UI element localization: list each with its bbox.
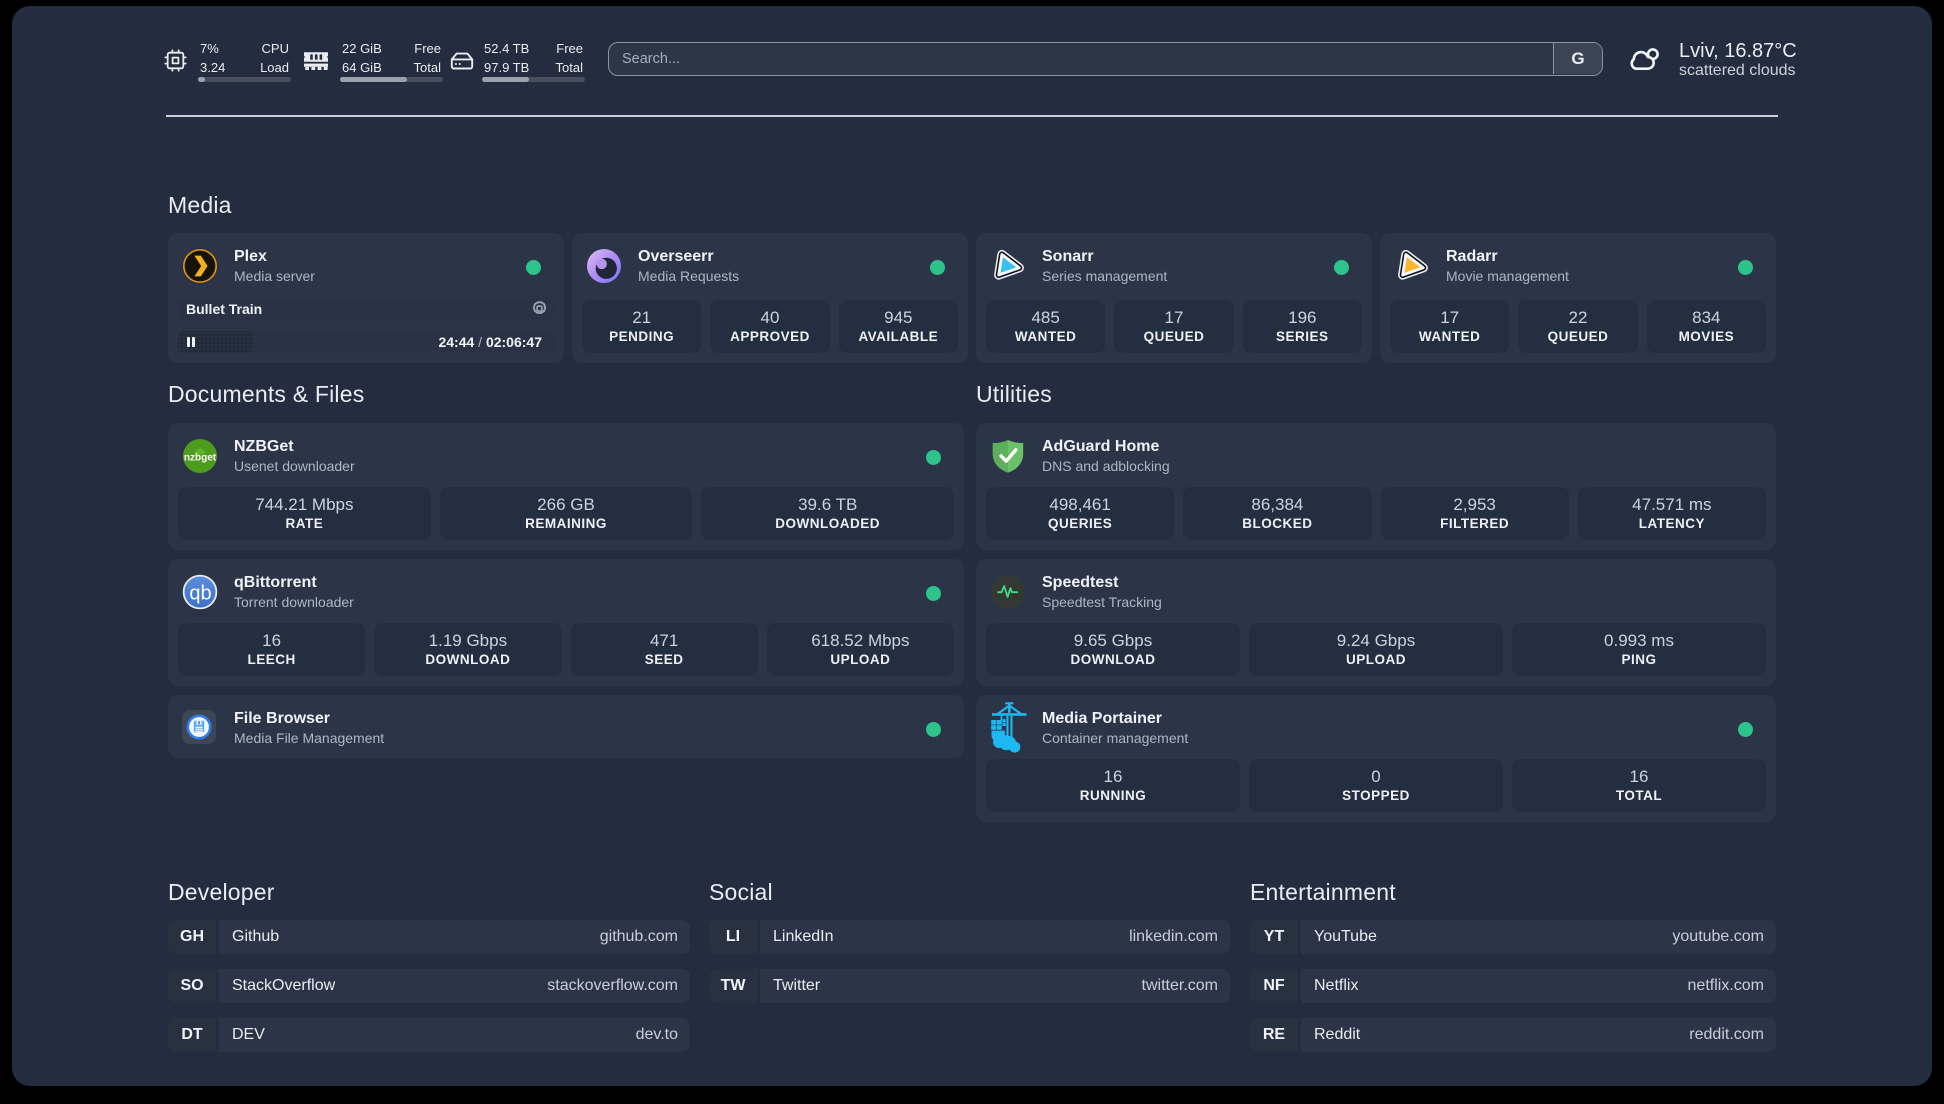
svg-text:nzbget: nzbget [184,453,217,464]
svg-text:qb: qb [189,583,211,605]
